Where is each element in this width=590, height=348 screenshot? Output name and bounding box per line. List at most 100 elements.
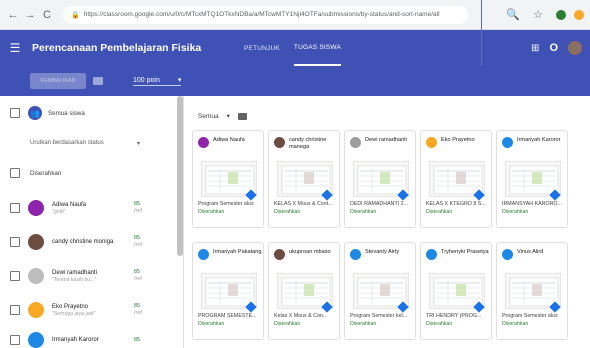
submission-card[interactable]: Irmanyah Pakatang PROGRAM SEMESTE... Diser… <box>192 242 264 340</box>
section-turned-in[interactable]: Diserahkan <box>0 168 176 178</box>
student-name: candy christine manega <box>289 137 327 150</box>
student-checkbox[interactable] <box>10 237 20 247</box>
student-name: candy christine moniga <box>52 239 114 245</box>
submission-card[interactable]: Irmanyah Karoror IRMANSYAH KARORO... Diser… <box>496 130 568 228</box>
status-badge: Diserahkan <box>198 321 225 327</box>
points-label: 100 poin <box>133 76 160 84</box>
class-title[interactable]: Perencanaan Pembelajaran Fisika <box>32 42 201 54</box>
grade-value[interactable]: 85 <box>134 269 142 276</box>
file-name[interactable]: TRI HENDRY (PROG... <box>426 313 490 320</box>
student-name: Irmanyah Karoror <box>517 137 561 143</box>
student-name: Adiwa Naufa <box>52 201 87 208</box>
student-name: Tryhenyki Prasetya <box>441 249 489 255</box>
avatar <box>502 137 513 148</box>
file-name[interactable]: Program Semester alus <box>502 313 566 320</box>
forward-icon[interactable]: → <box>23 8 37 22</box>
zoom-icon[interactable]: 🔍 <box>506 8 520 22</box>
student-name: Vinus Alird <box>517 249 544 255</box>
tab-student-work[interactable]: TUGAS SISWA <box>293 30 342 66</box>
grade-value[interactable]: 85 <box>134 303 142 310</box>
file-name[interactable]: IRMANSYAH KARORO... <box>502 201 566 208</box>
submission-card[interactable]: Adiwa Naufa Program Semester alus Diserahk… <box>192 130 264 228</box>
grade-label: /ref <box>134 276 142 282</box>
file-name[interactable]: Program Semester kel... <box>350 313 414 320</box>
private-comment: "gold" <box>52 208 66 215</box>
folder-icon[interactable] <box>237 112 247 120</box>
profile-icon[interactable] <box>574 9 584 20</box>
submission-card[interactable]: Dewi ramadhanti DEDI RAMADHANTI 2... Diser… <box>344 130 416 228</box>
points-select[interactable]: 100 poin ▾ <box>133 76 182 86</box>
sort-dropdown[interactable]: Urutkan berdasarkan status ▾ <box>30 140 140 147</box>
student-row[interactable]: candy christine moniga 85/ref <box>0 234 176 250</box>
url-text: https://classroom.google.com/u/0/c/MTcxM… <box>83 11 440 18</box>
email-icon[interactable] <box>93 77 103 85</box>
status-badge: Diserahkan <box>350 209 377 215</box>
submission-card[interactable]: Stevanty Airty Program Semester kel... Dis… <box>344 242 416 340</box>
bookmark-star-icon[interactable]: ☆ <box>531 8 545 22</box>
status-badge: Diserahkan <box>502 209 529 215</box>
grading-toolbar: KEMBALIKAN 100 poin ▾ <box>0 66 590 96</box>
status-badge: Diserahkan <box>274 209 301 215</box>
student-row[interactable]: Dewi ramadhanti "Terima kasih bu..." 85/… <box>0 268 176 284</box>
file-name[interactable]: KELAS X Mous & Cont... <box>274 201 338 208</box>
tab-instructions[interactable]: PETUNJUK <box>244 30 280 66</box>
avatar <box>28 200 44 216</box>
file-name[interactable]: KELAS X KTEGRO 8 S... <box>426 201 490 208</box>
avatar <box>350 249 361 260</box>
grade-value[interactable]: 85 <box>134 337 140 344</box>
grade-label: /ref <box>134 242 142 248</box>
grade-value[interactable]: 85 <box>134 201 142 208</box>
address-bar[interactable]: 🔒 https://classroom.google.com/u/0/c/MTc… <box>63 5 468 24</box>
student-name: Dewi ramadhanti <box>52 269 98 276</box>
account-avatar[interactable] <box>568 41 582 55</box>
avatar <box>426 137 437 148</box>
grade-value[interactable]: 85 <box>134 235 142 242</box>
submission-card[interactable]: ukuproan mbaso Kelas X Mous & Con... Diser… <box>268 242 340 340</box>
avatar <box>28 302 44 318</box>
student-row[interactable]: Eko Prayetno "Semoga jaya jadi" 85/ref <box>0 302 176 318</box>
file-name[interactable]: DEDI RAMADHANTI 2... <box>350 201 414 208</box>
submission-card[interactable]: Tryhenyki Prasetya TRI HENDRY (PROG... Dis… <box>420 242 492 340</box>
file-name[interactable]: Kelas X Mous & Con... <box>274 313 338 320</box>
avatar <box>198 249 209 260</box>
account-initial[interactable]: O <box>549 42 558 54</box>
avatar <box>28 234 44 250</box>
avatar <box>274 137 285 148</box>
select-all-checkbox[interactable] <box>10 108 20 118</box>
student-row[interactable]: Irmanyah Karoror 85 <box>0 332 176 348</box>
status-badge: Diserahkan <box>350 321 377 327</box>
student-checkbox[interactable] <box>10 305 20 315</box>
sidebar-scrollbar[interactable] <box>177 96 183 256</box>
return-button[interactable]: KEMBALIKAN <box>30 73 86 89</box>
section-checkbox[interactable] <box>10 168 20 178</box>
submissions-panel: Semua ▾ Adiwa Naufa Program Semester alus… <box>184 96 590 348</box>
student-name: Eko Prayetno <box>52 303 89 310</box>
student-name: Dewi ramadhanti <box>365 137 407 143</box>
submission-card[interactable]: Vinus Alird Program Semester alus Diserahk… <box>496 242 568 340</box>
submission-card[interactable]: candy christine manega KELAS X Mous & Con… <box>268 130 340 228</box>
status-badge: Diserahkan <box>426 321 453 327</box>
status-badge: Diserahkan <box>502 321 529 327</box>
student-row[interactable]: Adiwa Naufa "gold" 85/ref <box>0 200 176 216</box>
avatar <box>502 249 513 260</box>
student-name: Stevanty Airty <box>365 249 400 255</box>
all-students-label: Semua siswa <box>48 109 85 117</box>
student-checkbox[interactable] <box>10 271 20 281</box>
status-badge: Diserahkan <box>274 321 301 327</box>
all-students-row[interactable]: 👥 Semua siswa <box>0 106 176 120</box>
student-checkbox[interactable] <box>10 335 20 345</box>
browser-toolbar: ← → C 🔒 https://classroom.google.com/u/0… <box>0 0 590 30</box>
apps-grid-icon[interactable]: ⊞ <box>531 43 539 54</box>
extension-icon[interactable] <box>556 9 566 20</box>
submission-card[interactable]: Eko Prayetno KELAS X KTEGRO 8 S... Diserah… <box>420 130 492 228</box>
back-icon[interactable]: ← <box>6 8 20 22</box>
student-checkbox[interactable] <box>10 203 20 213</box>
private-comment: "Semoga jaya jadi" <box>52 310 96 317</box>
hamburger-menu-icon[interactable]: ☰ <box>0 41 30 55</box>
file-name[interactable]: Program Semester alus <box>198 201 262 208</box>
file-name[interactable]: PROGRAM SEMESTE... <box>198 313 262 320</box>
student-name: Irmanyah Pakatang <box>213 249 262 255</box>
reload-icon[interactable]: C <box>40 8 54 22</box>
filter-dropdown[interactable]: Semua ▾ <box>198 112 247 120</box>
student-name: ukuproan mbaso <box>289 249 331 255</box>
